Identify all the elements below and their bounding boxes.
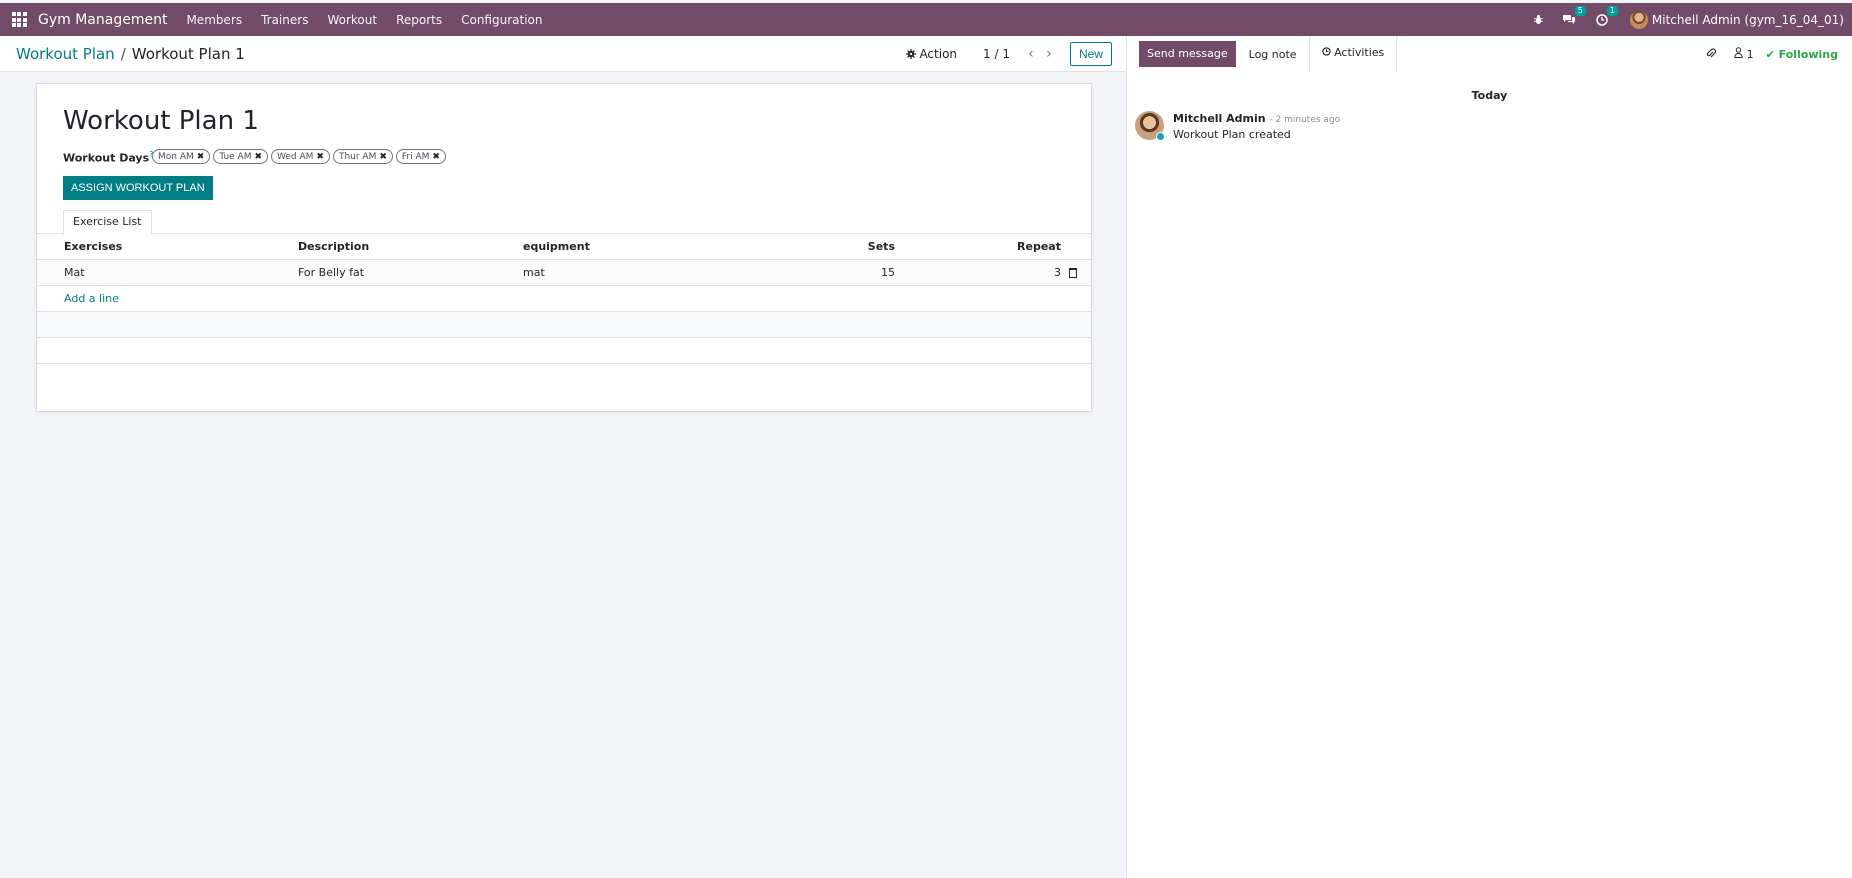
tag-remove-icon[interactable]: ✖ (432, 152, 440, 162)
activities-clock-icon[interactable]: 1 (1596, 5, 1618, 30)
notebook-tabs: Exercise List (37, 210, 1091, 235)
app-brand[interactable]: Gym Management (38, 12, 167, 28)
assign-workout-plan-button[interactable]: ASSIGN WORKOUT PLAN (63, 176, 213, 200)
activities-count-badge: 1 (1606, 5, 1618, 16)
cell-sets[interactable]: 15 (881, 260, 895, 286)
tab-exercise-list[interactable]: Exercise List (63, 210, 152, 235)
column-header-description[interactable]: Description (298, 234, 369, 260)
breadcrumb-separator: / (120, 44, 126, 63)
delete-row-trash-icon[interactable] (1069, 268, 1077, 278)
new-record-button[interactable]: New (1069, 42, 1112, 66)
messages-count-badge: 5 (1574, 5, 1586, 16)
author-avatar[interactable] (1135, 111, 1165, 141)
log-note-button[interactable]: Log note (1249, 48, 1297, 61)
tag-remove-icon[interactable]: ✖ (379, 152, 387, 162)
tag-remove-icon[interactable]: ✖ (197, 152, 205, 162)
action-button[interactable]: Action (906, 47, 957, 61)
apps-grid-icon (11, 12, 27, 27)
action-label: Action (919, 47, 958, 61)
gear-icon (906, 49, 917, 59)
attachment-paperclip-icon[interactable] (1705, 47, 1717, 62)
apps-menu-button[interactable] (0, 3, 38, 36)
tag-remove-icon[interactable]: ✖ (254, 152, 262, 162)
online-status-indicator (1156, 132, 1165, 141)
chatter-panel: Send message Log note Activities 1 ✔ Fol… (1127, 36, 1852, 878)
message-body: Mitchell Admin - 2 minutes ago Workout P… (1173, 111, 1340, 141)
form-sheet: Workout Plan 1 Workout Days? Mon AM ✖ Tue… (36, 83, 1092, 412)
workout-days-label: Workout Days? (63, 150, 154, 165)
record-title[interactable]: Workout Plan 1 (63, 106, 259, 136)
pager-value[interactable]: 1 / 1 (983, 47, 1010, 61)
user-avatar (1629, 10, 1648, 29)
debug-bug-icon[interactable] (1533, 10, 1544, 30)
breadcrumb-current: Workout Plan 1 (131, 44, 245, 63)
following-button[interactable]: ✔ Following (1766, 48, 1838, 61)
message-author[interactable]: Mitchell Admin (1173, 112, 1266, 125)
menu-configuration[interactable]: Configuration (461, 13, 542, 27)
activities-button[interactable]: Activities (1308, 36, 1398, 72)
date-separator: Today (1471, 89, 1508, 102)
menu-workout[interactable]: Workout (327, 13, 377, 27)
tag-tue-am: Tue AM ✖ (213, 149, 269, 164)
cell-exercise[interactable]: Mat (64, 260, 85, 286)
pager-previous-chevron-left-icon[interactable]: ‹ (1022, 46, 1040, 62)
add-a-line-link[interactable]: Add a line (64, 286, 119, 312)
cell-equipment[interactable]: mat (523, 260, 545, 286)
tag-mon-am: Mon AM ✖ (152, 149, 211, 164)
control-panel: Workout Plan / Workout Plan 1 Action 1 /… (0, 36, 1126, 72)
table-row-empty (37, 312, 1091, 338)
user-name: Mitchell Admin (gym_16_04_01) (1651, 12, 1844, 27)
cell-description[interactable]: For Belly fat (298, 260, 364, 286)
tag-thur-am: Thur AM ✖ (332, 149, 393, 164)
message-time: - 2 minutes ago (1269, 115, 1341, 125)
menu-members[interactable]: Members (186, 13, 242, 27)
chatter-topbar: Send message Log note Activities 1 ✔ Fol… (1127, 36, 1852, 72)
table-row[interactable]: Mat For Belly fat mat 15 3 (37, 260, 1091, 286)
menu-reports[interactable]: Reports (396, 13, 442, 27)
cell-repeat[interactable]: 3 (1054, 260, 1061, 286)
message-header: Mitchell Admin - 2 minutes ago (1173, 111, 1340, 125)
send-message-button[interactable]: Send message (1139, 41, 1236, 67)
breadcrumb-parent[interactable]: Workout Plan (16, 45, 115, 63)
message-text: Workout Plan created (1173, 128, 1291, 141)
clock-icon (1321, 47, 1331, 56)
check-icon: ✔ (1765, 47, 1775, 61)
pager-next-chevron-right-icon[interactable]: › (1040, 46, 1058, 62)
menu-trainers[interactable]: Trainers (261, 13, 308, 27)
add-line-row: Add a line (37, 286, 1091, 312)
chatter-message: Mitchell Admin - 2 minutes ago Workout P… (1135, 111, 1340, 141)
table-header: Exercises Description equipment Sets Rep… (37, 234, 1091, 260)
column-header-equipment[interactable]: equipment (523, 234, 590, 260)
column-header-repeat[interactable]: Repeat (1017, 234, 1061, 260)
systray: 5 1 Mitchell Admin (gym_16_04_01) (1519, 3, 1852, 36)
followers-button[interactable]: 1 (1734, 47, 1754, 61)
user-icon (1734, 47, 1743, 58)
tag-wed-am: Wed AM ✖ (271, 149, 330, 164)
control-actions: Action 1 / 1 ‹ › New (906, 42, 1112, 66)
workout-days-tags[interactable]: Mon AM ✖ Tue AM ✖ Wed AM ✖ Thur AM ✖ Fri AM ✖ (152, 149, 446, 164)
top-navbar: Gym Management Members Trainers Workout … (0, 3, 1852, 36)
exercise-table: Exercises Description equipment Sets Rep… (37, 234, 1091, 364)
user-menu[interactable]: Mitchell Admin (gym_16_04_01) (1629, 10, 1844, 29)
column-header-sets[interactable]: Sets (868, 234, 895, 260)
tag-fri-am: Fri AM ✖ (395, 149, 446, 164)
messages-chat-icon[interactable]: 5 (1562, 5, 1586, 30)
followers-count: 1 (1746, 48, 1754, 61)
table-row-empty (37, 338, 1091, 364)
chatter-right-actions: 1 ✔ Following (1687, 36, 1838, 72)
column-header-exercises[interactable]: Exercises (64, 234, 122, 260)
tag-remove-icon[interactable]: ✖ (316, 152, 324, 162)
